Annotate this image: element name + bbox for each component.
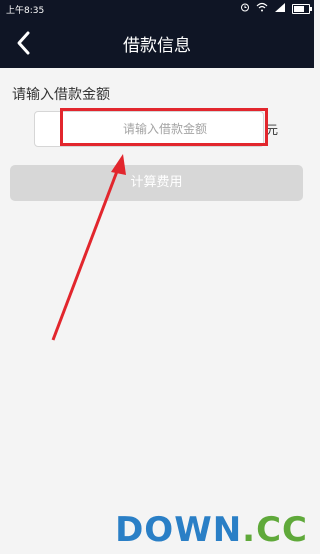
wifi-icon <box>256 2 268 15</box>
battery-icon <box>292 3 312 14</box>
watermark-ext: .CC <box>242 510 308 550</box>
nav-bar: 借款信息 <box>0 18 314 68</box>
watermark-main: DOWN <box>115 510 243 550</box>
currency-unit-label: 元 <box>266 123 279 137</box>
calculate-fee-button[interactable]: 计算费用 <box>10 165 303 201</box>
watermark-logo: DOWN.CC <box>115 510 308 550</box>
page-title: 借款信息 <box>123 36 191 56</box>
amount-prompt-label: 请输入借款金额 <box>12 87 110 103</box>
status-icons <box>240 2 312 15</box>
loan-amount-input[interactable] <box>64 113 266 145</box>
alarm-icon <box>240 2 250 15</box>
status-bar: 上午8:35 <box>0 0 314 18</box>
signal-icon <box>274 2 286 15</box>
status-time: 上午8:35 <box>6 6 45 16</box>
